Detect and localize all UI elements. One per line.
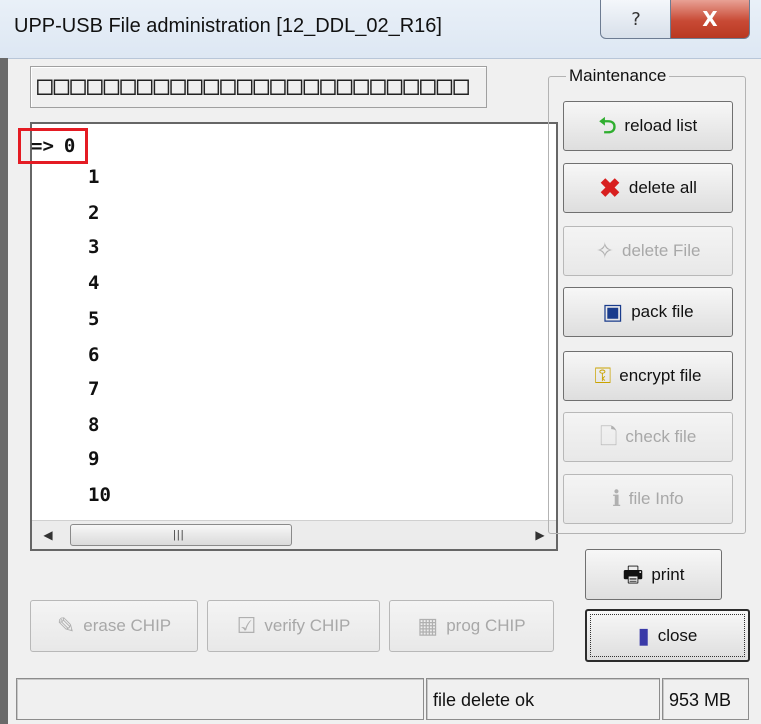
reload-arrow-icon: ⮌ xyxy=(598,113,617,138)
door-icon: ▮ xyxy=(637,622,650,648)
eraser-icon: ✎ xyxy=(56,613,76,638)
print-button[interactable]: 🖶 print xyxy=(585,549,722,600)
file-list[interactable]: => 0 1 2 3 4 5 6 7 8 9 10 ◀ ||| ▶ xyxy=(18,122,558,551)
keys-icon: ⚿ xyxy=(594,363,612,388)
printer-icon: 🖶 xyxy=(622,561,644,587)
file-info-button[interactable]: ℹ file Info xyxy=(563,474,733,524)
status-bar: file delete ok 953 MB xyxy=(8,674,761,724)
scroll-right-arrow-icon[interactable]: ▶ xyxy=(530,525,550,545)
document-icon: 🗋 xyxy=(599,424,618,449)
reload-list-button[interactable]: ⮌ reload list xyxy=(563,101,733,151)
maintenance-group-label: Maintenance xyxy=(566,66,670,86)
help-icon: ? xyxy=(631,8,641,30)
erase-chip-label: erase CHIP xyxy=(83,616,172,635)
encrypt-file-label: encrypt file xyxy=(619,366,702,385)
info-icon: ℹ xyxy=(612,486,621,511)
delete-all-label: delete all xyxy=(628,178,697,197)
verify-chip-button[interactable]: ☑ verify CHIP xyxy=(207,600,380,652)
red-x-icon: ✖ xyxy=(599,173,621,203)
close-label: close xyxy=(657,625,698,645)
title-bar: UPP-USB File administration [12_DDL_02_R… xyxy=(0,0,761,59)
delete-all-button[interactable]: ✖ delete all xyxy=(563,163,733,213)
chip-icon: ▦ xyxy=(417,613,439,638)
horizontal-scrollbar[interactable]: ◀ ||| ▶ xyxy=(32,520,556,549)
delete-file-button[interactable]: ✧ delete File xyxy=(563,226,733,276)
pack-file-label: pack file xyxy=(631,302,694,321)
filename-text: □□□□□□□□□□□□□□□□□□□□□□□□□□ xyxy=(37,71,470,101)
verify-chip-label: verify CHIP xyxy=(264,616,351,635)
selection-arrow: => xyxy=(31,135,54,157)
close-button[interactable]: ▮ close xyxy=(585,609,750,662)
reload-list-label: reload list xyxy=(624,116,698,135)
status-panel-left xyxy=(16,678,424,720)
file-list-items: => 0 1 2 3 4 5 6 7 8 9 10 xyxy=(18,124,556,514)
delete-file-label: delete File xyxy=(622,241,701,260)
scroll-left-arrow-icon[interactable]: ◀ xyxy=(38,525,58,545)
list-item-selected[interactable]: => 0 xyxy=(18,128,89,164)
encrypt-file-button[interactable]: ⚿ encrypt file xyxy=(563,351,733,401)
prog-chip-button[interactable]: ▦ prog CHIP xyxy=(389,600,554,652)
status-message: file delete ok xyxy=(426,678,660,720)
erase-chip-button[interactable]: ✎ erase CHIP xyxy=(30,600,198,652)
checklist-icon: ☑ xyxy=(236,613,257,638)
prog-chip-label: prog CHIP xyxy=(446,616,526,635)
pack-file-button[interactable]: ▣ pack file xyxy=(563,287,733,337)
free-space: 953 MB xyxy=(662,678,749,720)
list-item-label: 0 xyxy=(63,135,76,157)
grip-icon: ||| xyxy=(173,529,185,541)
help-button[interactable]: ? xyxy=(600,0,672,39)
window-close-button[interactable]: X xyxy=(670,0,750,39)
scrollbar-thumb[interactable]: ||| xyxy=(70,524,292,546)
close-icon: X xyxy=(702,7,718,31)
floppy-pack-icon: ▣ xyxy=(602,299,624,324)
window-title: UPP-USB File administration [12_DDL_02_R… xyxy=(14,15,442,37)
window-left-border xyxy=(0,58,8,724)
print-label: print xyxy=(651,564,685,584)
filename-display: □□□□□□□□□□□□□□□□□□□□□□□□□□ xyxy=(30,66,487,108)
file-info-label: file Info xyxy=(628,489,684,508)
check-file-label: check file xyxy=(625,427,697,446)
eraser-sparkle-icon: ✧ xyxy=(595,238,614,263)
check-file-button[interactable]: 🗋 check file xyxy=(563,412,733,462)
